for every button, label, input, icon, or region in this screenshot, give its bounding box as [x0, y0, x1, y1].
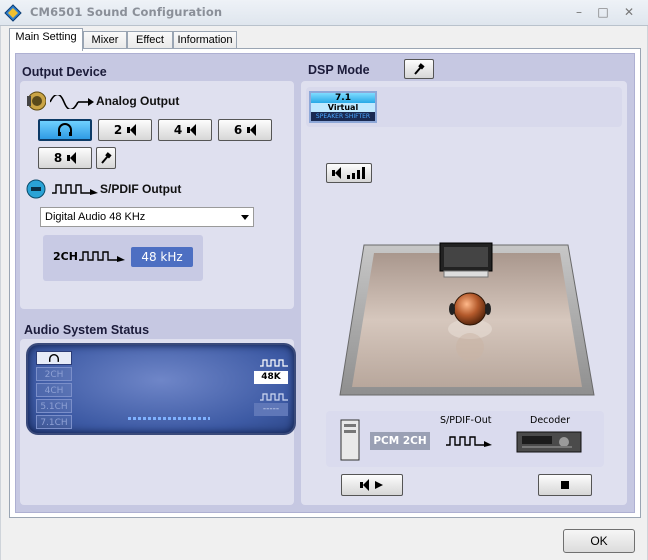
spdif-output-label: S/PDIF Output: [100, 182, 182, 196]
spdif-icon: [26, 179, 46, 199]
minimize-button[interactable]: –: [570, 4, 588, 20]
channel-6-label: 6: [233, 123, 243, 137]
status-4ch: 4CH: [36, 383, 72, 397]
audio-status-heading: Audio System Status: [24, 323, 150, 337]
hammer-icon: [414, 63, 425, 75]
maximize-button[interactable]: □: [594, 4, 612, 20]
pc-tower-icon: [340, 419, 360, 461]
badge-bottom: SPEAKER SHIFTER: [315, 113, 371, 120]
channel-4-button[interactable]: 4: [158, 119, 212, 141]
play-icon: [375, 481, 383, 489]
sample-rate-value: 48 kHz: [131, 247, 193, 267]
speaker-icon: [360, 479, 369, 491]
analog-settings-button[interactable]: [96, 147, 116, 169]
channel-2-label: 2: [113, 123, 123, 137]
status-display: 2CH 4CH 5.1CH 7.1CH 48K -----: [26, 343, 296, 435]
listener-head: [453, 292, 487, 326]
ok-button[interactable]: OK: [563, 529, 635, 553]
digital-wave-icon: [446, 436, 492, 447]
stop-button[interactable]: [538, 474, 592, 496]
app-icon: [4, 4, 22, 22]
status-headphone: [36, 351, 72, 365]
speaker-icon: [247, 124, 257, 136]
headphone-button[interactable]: [38, 119, 92, 141]
status-5-1ch: 5.1CH: [36, 399, 72, 413]
channel-8-label: 8: [53, 151, 63, 165]
rate-channels-label: 2CH: [53, 250, 78, 263]
badge-top: 7.1: [311, 93, 375, 103]
speaker-icon: [332, 167, 341, 179]
status-rate: 48K: [254, 371, 288, 384]
speaker-level-button[interactable]: [326, 163, 372, 183]
status-input: -----: [254, 403, 288, 416]
virtual-7-1-badge[interactable]: 7.1 Virtual SPEAKER SHIFTER: [309, 91, 377, 123]
spdif-format-value: Digital Audio 48 KHz: [45, 211, 146, 223]
speaker-icon: [27, 91, 46, 111]
level-meter: [128, 417, 210, 420]
stop-icon: [561, 481, 569, 489]
pcm-signal: PCM 2CH: [370, 432, 430, 450]
dsp-settings-button[interactable]: [404, 59, 434, 79]
status-2ch: 2CH: [36, 367, 72, 381]
test-play-button[interactable]: [341, 474, 403, 496]
digital-wave-icon: [52, 184, 98, 195]
status-7-1ch: 7.1CH: [36, 415, 72, 429]
digital-wave-icon: [79, 251, 125, 262]
headphone-icon: [58, 123, 72, 136]
dsp-mode-heading: DSP Mode: [308, 63, 370, 77]
speaker-icon: [127, 124, 137, 136]
sine-wave-icon: [50, 95, 94, 109]
speaker-icon: [67, 152, 77, 164]
main-setting-panel: Output Device Analog Output 2 4 6 8 S/PD…: [9, 48, 641, 518]
tab-main-setting[interactable]: Main Setting: [9, 28, 83, 51]
volume-bars-icon: [347, 167, 365, 179]
channel-6-button[interactable]: 6: [218, 119, 272, 141]
output-device-heading: Output Device: [22, 65, 107, 79]
channel-2-button[interactable]: 2: [98, 119, 152, 141]
badge-middle: Virtual: [311, 103, 375, 112]
chevron-down-icon: [241, 215, 249, 220]
spdif-out-label: S/PDIF-Out: [440, 415, 492, 426]
speaker-icon: [187, 124, 197, 136]
room-visualization: [339, 242, 595, 396]
spdif-format-select[interactable]: Digital Audio 48 KHz: [40, 207, 254, 227]
analog-output-label: Analog Output: [96, 94, 180, 108]
close-button[interactable]: ✕: [620, 4, 638, 20]
decoder-device-icon: [516, 431, 582, 453]
decoder-label: Decoder: [530, 415, 570, 426]
dialog-body: Main Setting Mixer Effect Information Ou…: [0, 26, 648, 560]
headphone-icon: [49, 354, 59, 362]
hammer-icon: [101, 152, 112, 164]
input-wave-icon: [260, 393, 288, 401]
channel-4-label: 4: [173, 123, 183, 137]
channel-8-button[interactable]: 8: [38, 147, 92, 169]
output-wave-icon: [260, 359, 288, 367]
title-bar: CM6501 Sound Configuration – □ ✕: [0, 0, 648, 26]
sample-rate-box: 2CH 48 kHz: [43, 235, 203, 281]
window-title: CM6501 Sound Configuration: [30, 5, 223, 19]
